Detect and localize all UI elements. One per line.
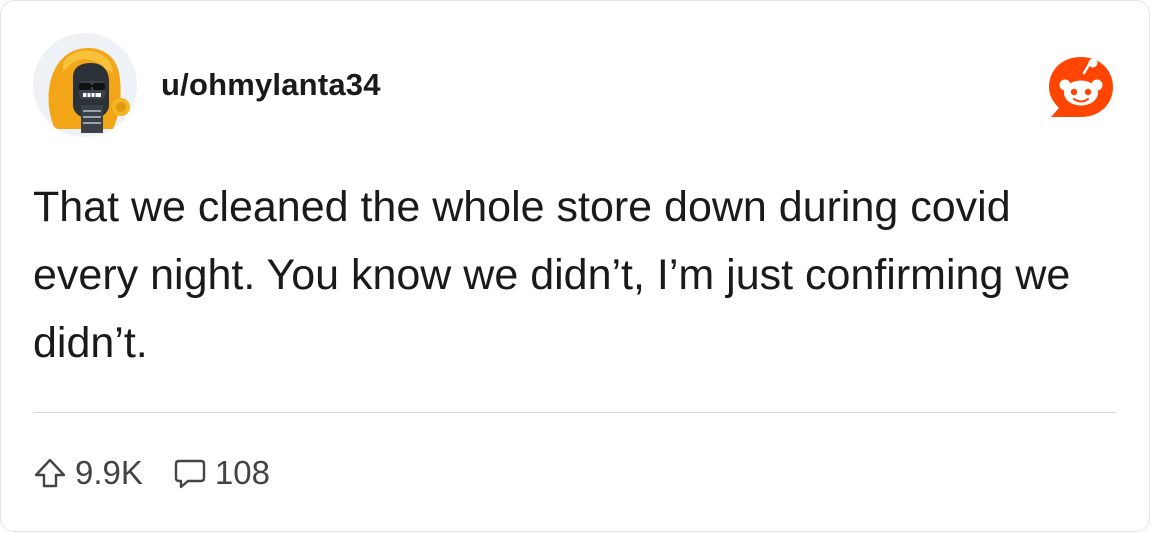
reddit-logo-icon: [1049, 57, 1113, 117]
upvote-arrow-icon: [34, 458, 66, 488]
upvote-count: 9.9K: [75, 454, 143, 491]
comment-bubble-icon: [174, 459, 206, 489]
post-card: u/ohmylanta34 That we cleaned the whole …: [0, 0, 1150, 532]
comment-count: 108: [214, 454, 270, 491]
post-header: u/ohmylanta34: [33, 33, 381, 137]
comments-button[interactable]: 108: [173, 454, 270, 492]
upvote-button[interactable]: 9.9K: [33, 454, 143, 492]
username[interactable]: u/ohmylanta34: [161, 67, 381, 103]
post-footer: 9.9K 108: [33, 449, 270, 497]
divider: [33, 412, 1117, 413]
avatar[interactable]: [33, 33, 137, 137]
post-body: That we cleaned the whole store down dur…: [33, 183, 1071, 367]
avatar-image: [33, 33, 137, 137]
